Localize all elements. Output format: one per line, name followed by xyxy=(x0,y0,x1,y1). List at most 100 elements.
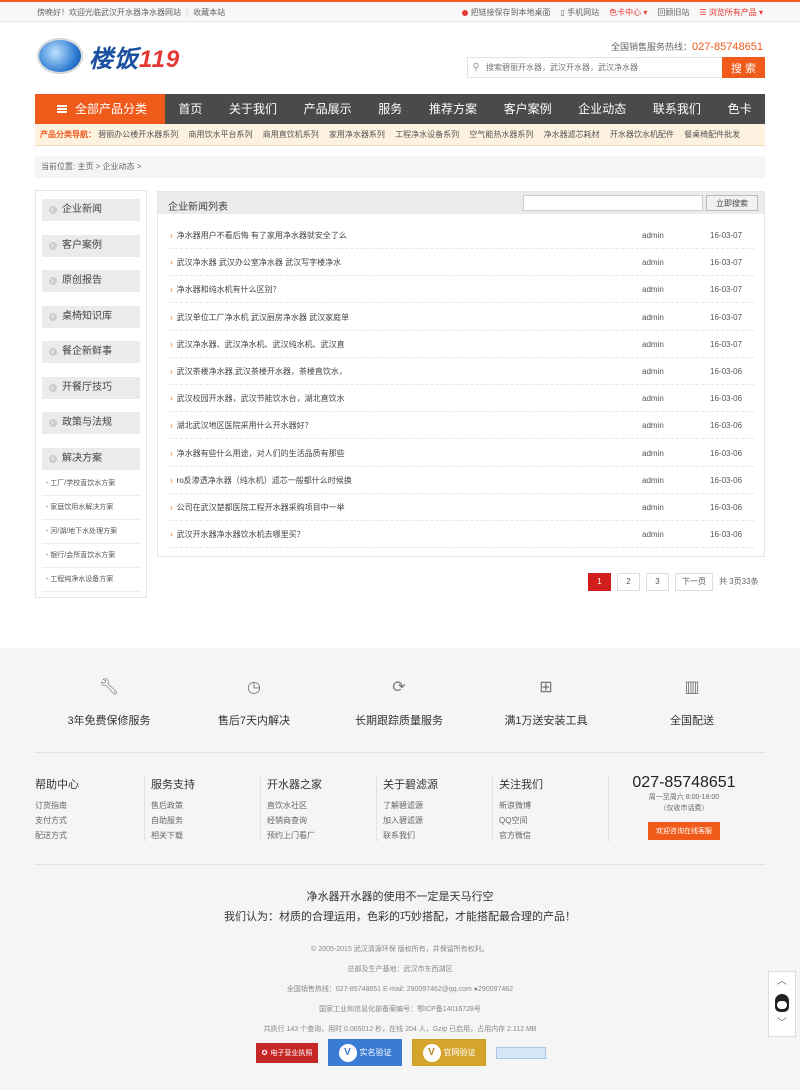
footer-link[interactable]: 新浪微博 xyxy=(499,798,608,813)
browse-all-link[interactable]: ☰ 浏览所有产品 ▾ xyxy=(699,7,763,18)
all-products-menu[interactable]: 全部产品分类 xyxy=(35,94,165,124)
news-row[interactable]: › 净水器和纯水机有什么区别？ admin 16-03-07 xyxy=(170,276,754,304)
footer-contact: 027-85748651 周一至周六 8:00-18:00 （仅收市话费） 欢迎… xyxy=(614,774,754,840)
news-row[interactable]: › 净水器有些什么用途，对人们的生活品质有那些 admin 16-03-06 xyxy=(170,440,754,467)
nav-item-cases[interactable]: 客户案例 xyxy=(504,94,552,124)
news-title[interactable]: 净水器用户不看后悔 有了家用净水器就安全了么 xyxy=(177,231,347,240)
save-desktop-link[interactable]: 把链接保存到本地桌面 xyxy=(462,7,550,18)
nav-item-contact[interactable]: 联系我们 xyxy=(653,94,701,124)
bookmark-link[interactable]: 收藏本站 xyxy=(193,8,225,17)
footer-link[interactable]: 自助服务 xyxy=(151,813,260,828)
news-title[interactable]: 净水器有些什么用途，对人们的生活品质有那些 xyxy=(177,449,345,458)
category-link[interactable]: 工程净水设备系列 xyxy=(395,130,459,139)
nav-item-color-card[interactable]: 色卡 xyxy=(728,94,752,124)
category-link[interactable]: 开水器饮水机配件 xyxy=(610,130,674,139)
footer-link[interactable]: 了解碧滤源 xyxy=(383,798,492,813)
news-author: admin xyxy=(642,448,664,458)
news-row[interactable]: › 武汉净水器、武汉净水机、武汉纯水机、武汉直 admin 16-03-07 xyxy=(170,331,754,358)
news-title[interactable]: 武汉茶楼净水器,武汉茶楼开水器，茶楼直饮水， xyxy=(177,367,347,376)
qq-chat-icon[interactable] xyxy=(775,994,789,1012)
sidebar-item-cases[interactable]: 客户案例 xyxy=(42,234,140,257)
news-row[interactable]: › 公司在武汉楚都医院工程开水器采购项目中一举 admin 16-03-06 xyxy=(170,494,754,521)
page-button-3[interactable]: 3 xyxy=(646,573,669,591)
footer-link[interactable]: 相关下载 xyxy=(151,828,260,843)
footer-link[interactable]: QQ空间 xyxy=(499,813,608,828)
footer-link[interactable]: 联系我们 xyxy=(383,828,492,843)
next-page-button[interactable]: 下一页 xyxy=(675,573,713,591)
news-search-button[interactable]: 立即搜索 xyxy=(706,195,758,211)
category-link[interactable]: 碧丽办公楼开水器系列 xyxy=(98,130,178,139)
online-service-button[interactable]: 欢迎咨询在线客服 xyxy=(648,822,720,840)
footer-link[interactable]: 售后政策 xyxy=(151,798,260,813)
sidebar-item-restaurant-tips[interactable]: 开餐厅技巧 xyxy=(42,376,140,399)
news-row[interactable]: › ro反渗透净水器（纯水机）滤芯一般都什么时候换 admin 16-03-06 xyxy=(170,467,754,494)
news-title[interactable]: ro反渗透净水器（纯水机）滤芯一般都什么时候换 xyxy=(177,476,352,485)
page-button-2[interactable]: 2 xyxy=(617,573,640,591)
sidebar-item-reports[interactable]: 原创报告 xyxy=(42,269,140,292)
footer-link[interactable]: 直饮水社区 xyxy=(267,798,376,813)
news-title[interactable]: 武汉净水器、武汉净水机、武汉纯水机、武汉直 xyxy=(177,340,345,349)
category-link[interactable]: 餐桌椅配件批发 xyxy=(684,130,740,139)
official-verify-badge[interactable]: V 官网验证 xyxy=(412,1039,486,1066)
color-center-link[interactable]: 色卡中心 ▾ xyxy=(609,7,647,18)
category-link[interactable]: 净水器滤芯耗材 xyxy=(544,130,600,139)
nav-item-about[interactable]: 关于我们 xyxy=(229,94,277,124)
sidebar-item-policy[interactable]: 政策与法规 xyxy=(42,411,140,434)
news-row[interactable]: › 武汉单位工厂净水机 武汉厨房净水器 武汉家庭单 admin 16-03-07 xyxy=(170,304,754,331)
sidebar-subitem[interactable]: - 工厂/学校直饮水方案 xyxy=(42,472,140,496)
news-row[interactable]: › 湖北武汉地区医院采用什么开水器好？ admin 16-03-06 xyxy=(170,412,754,440)
sidebar-subitem[interactable]: - 河/湖/地下水处理方案 xyxy=(42,520,140,544)
scroll-down-icon[interactable]: ﹀ xyxy=(769,1014,795,1034)
footer-link[interactable]: 支付方式 xyxy=(35,813,144,828)
news-title[interactable]: 净水器和纯水机有什么区别？ xyxy=(177,285,281,294)
sidebar-subitem[interactable]: - 银行/会所直饮水方案 xyxy=(42,544,140,568)
news-row[interactable]: › 净水器用户不看后悔 有了家用净水器就安全了么 admin 16-03-07 xyxy=(170,222,754,249)
news-search-input[interactable] xyxy=(523,195,703,211)
footer-link[interactable]: 预约上门看厂 xyxy=(267,828,376,843)
news-title[interactable]: 武汉单位工厂净水机 武汉厨房净水器 武汉家庭单 xyxy=(177,313,349,322)
footer-link[interactable]: 加入碧滤源 xyxy=(383,813,492,828)
nav-item-home[interactable]: 首页 xyxy=(178,94,202,124)
sidebar-subitem[interactable]: - 家庭饮用水解决方案 xyxy=(42,496,140,520)
footer-link[interactable]: 官方微信 xyxy=(499,828,608,843)
realname-verify-badge[interactable]: V 实名验证 xyxy=(328,1039,402,1066)
mobile-site-link[interactable]: ▯ 手机网站 xyxy=(560,7,599,18)
nav-item-solutions[interactable]: 推荐方案 xyxy=(429,94,477,124)
sidebar-item-solutions[interactable]: 解决方案 xyxy=(42,447,140,470)
sidebar-item-restaurant-news[interactable]: 餐企新鲜事 xyxy=(42,340,140,363)
news-row[interactable]: › 武汉茶楼净水器,武汉茶楼开水器，茶楼直饮水， admin 16-03-06 xyxy=(170,358,754,385)
site-logo[interactable]: 楼饭119 xyxy=(37,38,180,74)
sidebar-subitem[interactable]: - 工程纯净水设备方案 xyxy=(42,568,140,592)
category-link[interactable]: 商用饮水平台系列 xyxy=(188,130,252,139)
news-title[interactable]: 武汉开水器净水器饮水机去哪里买？ xyxy=(177,530,305,539)
footer-link[interactable]: 配送方式 xyxy=(35,828,144,843)
search-button[interactable]: 搜 索 xyxy=(722,57,765,78)
page-button-1[interactable]: 1 xyxy=(588,573,611,591)
news-title[interactable]: 公司在武汉楚都医院工程开水器采购项目中一举 xyxy=(177,503,345,512)
news-list-title: 企业新闻列表 xyxy=(168,202,228,213)
top-bar-left: 傍晚好！欢迎光临武汉开水器净水器网站 | 收藏本站 xyxy=(37,8,226,17)
category-link[interactable]: 商用直饮机系列 xyxy=(263,130,319,139)
old-site-link[interactable]: 回顾旧站 xyxy=(657,7,689,18)
news-title[interactable]: 武汉校园开水器，武汉节能饮水台，湖北直饮水 xyxy=(177,394,345,403)
news-row[interactable]: › 武汉净水器 武汉办公室净水器 武汉写字楼净水 admin 16-03-07 xyxy=(170,249,754,277)
search-input[interactable] xyxy=(484,58,722,77)
footer: 🔧︎ 3年免费保修服务 ◷ 售后7天内解决 ⟳ 长期跟踪质量服务 ⊞ 满1万送安… xyxy=(0,648,800,1090)
nav-item-news[interactable]: 企业动态 xyxy=(578,94,626,124)
scroll-up-icon[interactable]: ︿ xyxy=(769,972,795,992)
news-row[interactable]: › 武汉校园开水器，武汉节能饮水台，湖北直饮水 admin 16-03-06 xyxy=(170,385,754,413)
business-license-badge[interactable]: ✪ 电子营业执照 xyxy=(256,1042,318,1063)
icp-number[interactable]: 国家工业和信息化部备案编号：鄂ICP备14016728号 xyxy=(0,1004,800,1014)
news-title[interactable]: 湖北武汉地区医院采用什么开水器好？ xyxy=(177,421,313,430)
news-row[interactable]: › 武汉开水器净水器饮水机去哪里买？ admin 16-03-06 xyxy=(170,521,754,549)
category-link[interactable]: 空气能热水器系列 xyxy=(469,130,533,139)
news-title[interactable]: 武汉净水器 武汉办公室净水器 武汉写字楼净水 xyxy=(177,258,341,267)
category-link[interactable]: 家用净水器系列 xyxy=(329,130,385,139)
footer-link[interactable]: 订货指南 xyxy=(35,798,144,813)
sidebar-item-furniture-kb[interactable]: 桌椅知识库 xyxy=(42,305,140,328)
nav-item-products[interactable]: 产品展示 xyxy=(304,94,352,124)
footer-link[interactable]: 经销商查询 xyxy=(267,813,376,828)
nav-item-service[interactable]: 服务 xyxy=(378,94,402,124)
sidebar-item-company-news[interactable]: 企业新闻 xyxy=(42,198,140,221)
cnnic-badge[interactable] xyxy=(496,1046,546,1059)
